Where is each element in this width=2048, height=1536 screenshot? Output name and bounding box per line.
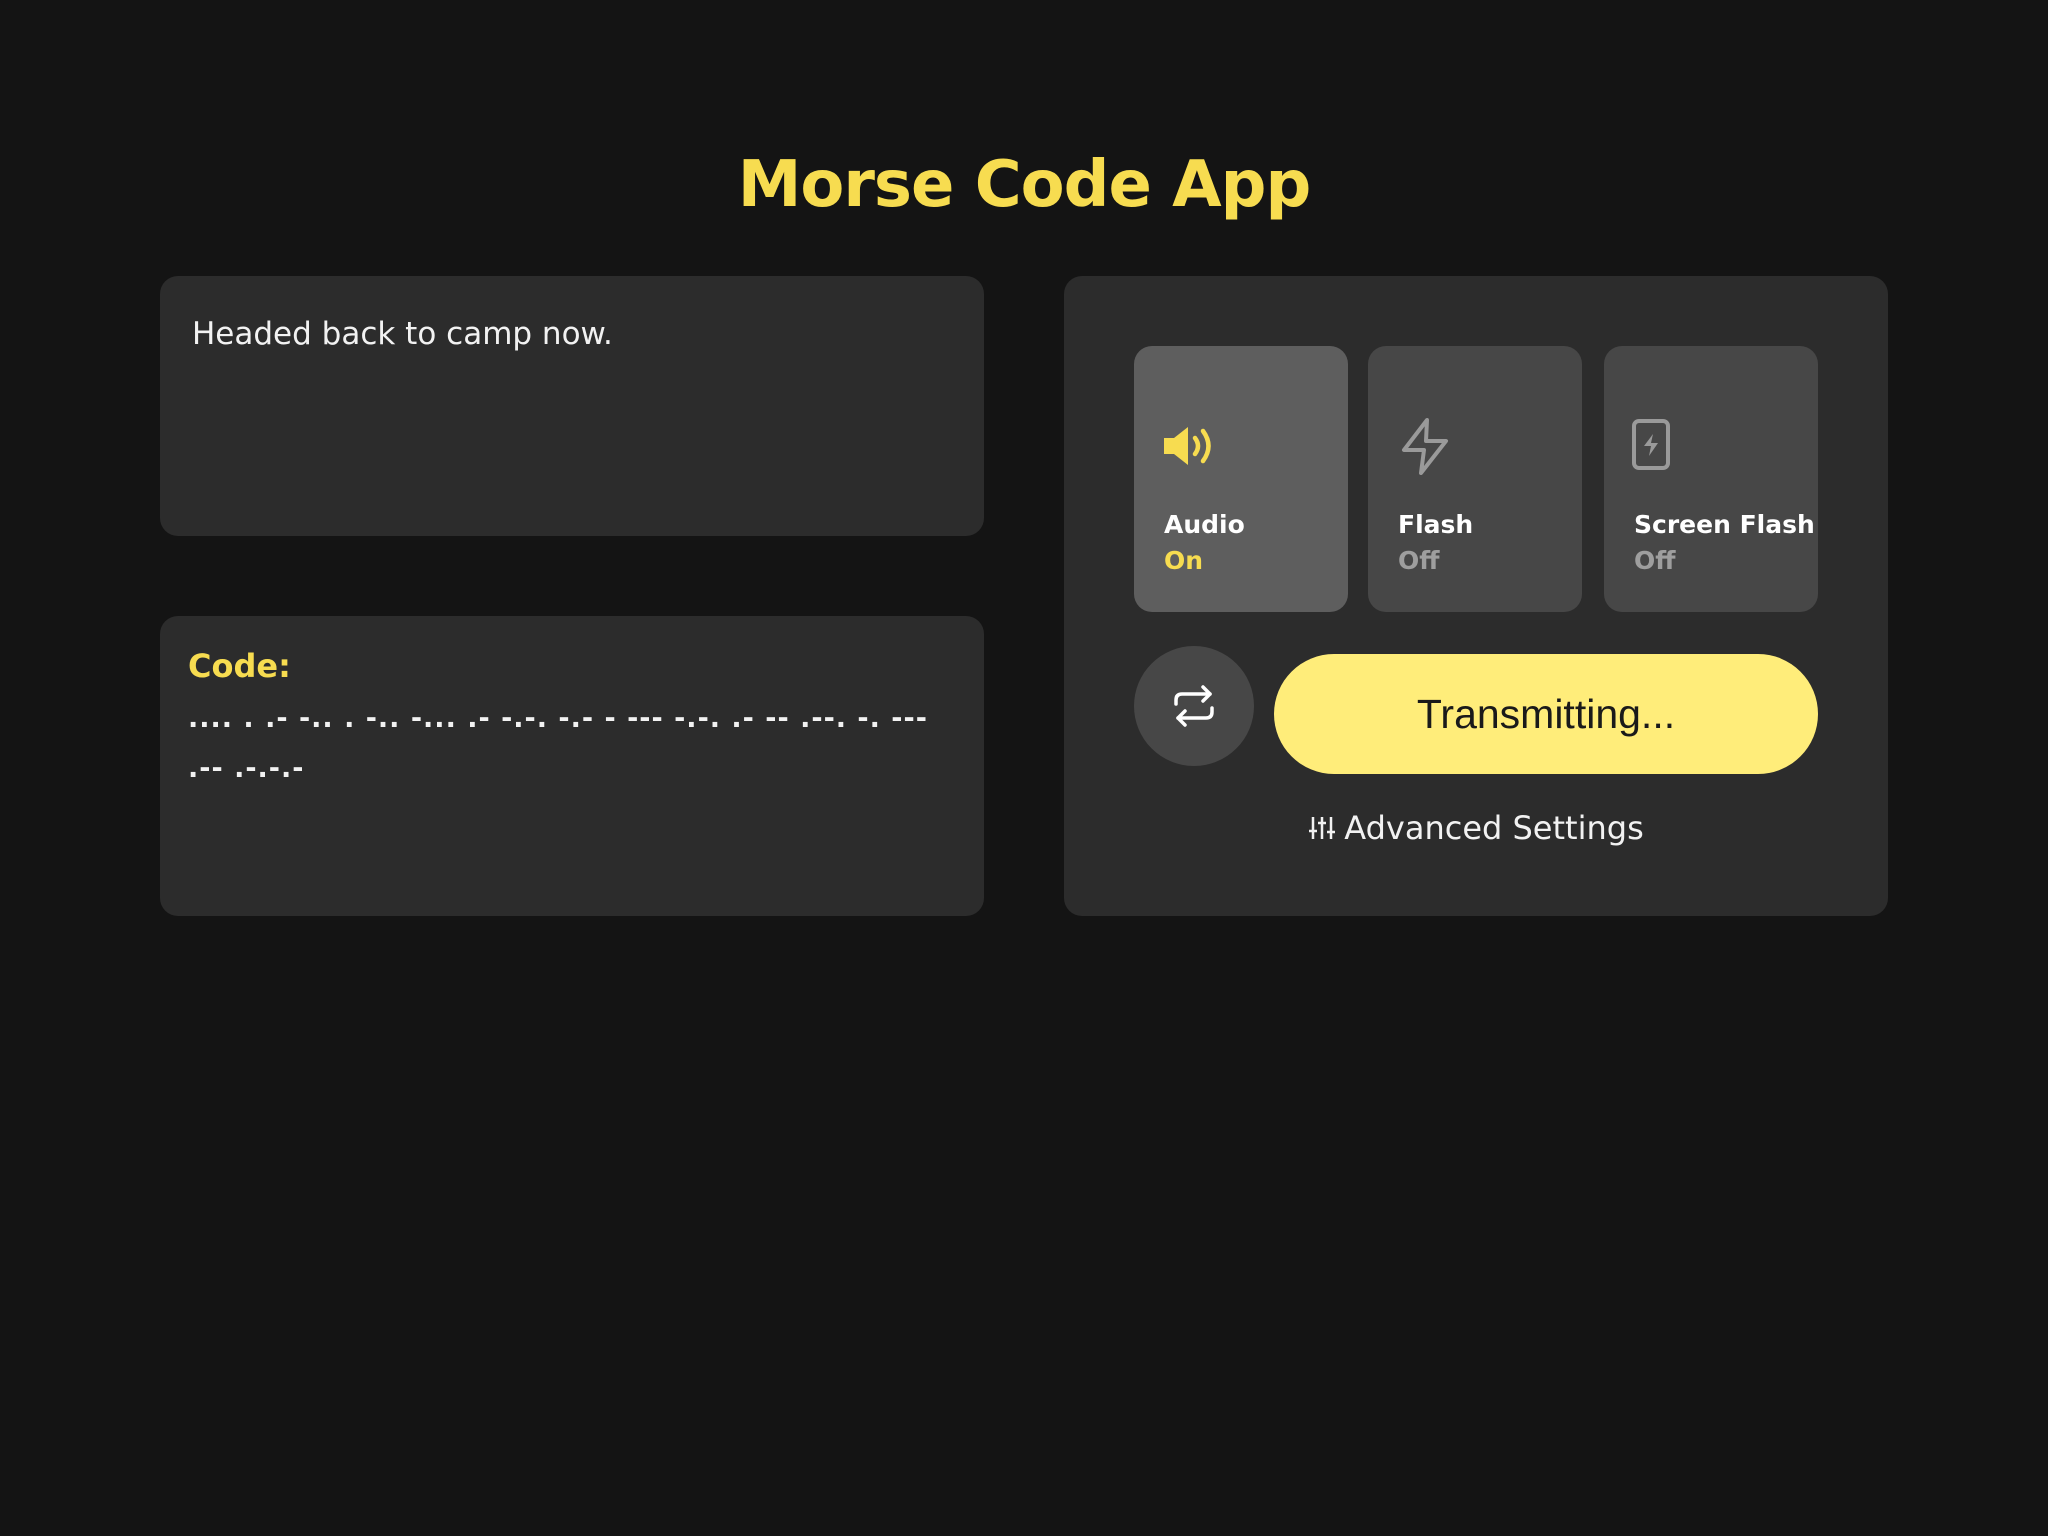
flash-mode-state: Off — [1398, 546, 1440, 575]
repeat-button[interactable] — [1134, 646, 1254, 766]
audio-mode-button[interactable]: Audio On — [1134, 346, 1348, 612]
screen-flash-mode-state: Off — [1634, 546, 1676, 575]
flash-mode-label: Flash — [1398, 510, 1474, 539]
flash-mode-button[interactable]: Flash Off — [1368, 346, 1582, 612]
transmit-button[interactable]: Transmitting... — [1274, 654, 1818, 774]
phone-flash-icon — [1632, 416, 1692, 476]
advanced-settings-link[interactable]: Advanced Settings — [1064, 806, 1888, 850]
app-title: Morse Code App — [737, 148, 1312, 222]
message-input-card[interactable]: Headed back to camp now. — [160, 276, 984, 536]
app-page: Morse Code App Headed back to camp now. … — [0, 0, 2048, 1536]
message-input[interactable]: Headed back to camp now. — [192, 312, 952, 356]
screen-flash-mode-button[interactable]: Screen Flash Off — [1604, 346, 1818, 612]
screen-flash-mode-label: Screen Flash — [1634, 510, 1815, 539]
code-output-card: Code: .... . .- -.. . -.. -... .- -.-. -… — [160, 616, 984, 916]
repeat-icon — [1174, 685, 1214, 727]
audio-mode-state: On — [1164, 546, 1204, 575]
morse-code-output: .... . .- -.. . -.. -... .- -.-. -.- - -… — [188, 703, 928, 784]
speaker-icon — [1162, 416, 1222, 476]
controls-card: Audio On Flash Off Screen Flash Off Tran… — [1064, 276, 1888, 916]
audio-mode-label: Audio — [1164, 510, 1245, 539]
sliders-icon — [1309, 817, 1336, 839]
lightning-icon — [1396, 416, 1456, 476]
code-label: Code: — [188, 647, 291, 685]
advanced-settings-label: Advanced Settings — [1344, 809, 1644, 847]
